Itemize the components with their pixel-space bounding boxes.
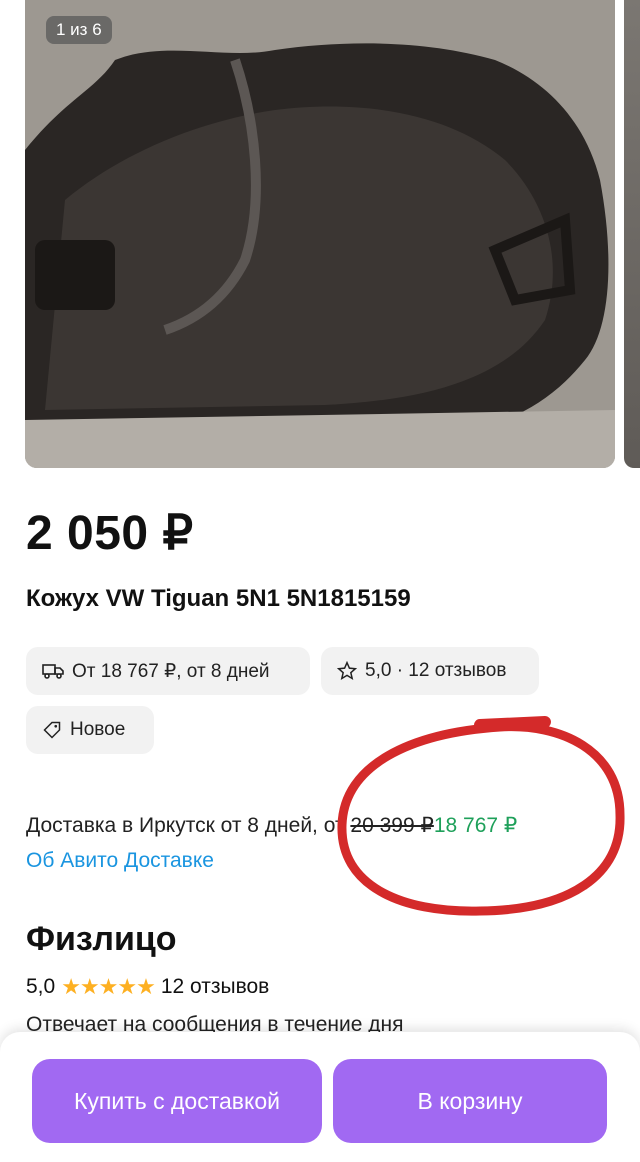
truck-icon (42, 663, 64, 679)
delivery-info: Доставка в Иркутск от 8 дней, от 20 399 … (26, 813, 517, 838)
condition-chip-label: Новое (70, 719, 126, 740)
product-price: 2 050 ₽ (26, 507, 194, 560)
product-photo-illustration (25, 0, 615, 468)
delivery-old-price: 20 399 ₽ (350, 814, 434, 837)
tag-icon (42, 720, 62, 740)
image-counter: 1 из 6 (46, 16, 112, 44)
avito-delivery-link[interactable]: Об Авито Доставке (26, 849, 214, 873)
condition-chip[interactable]: Новое (26, 706, 154, 754)
rating-chip-label: 5,0 · 12 отзывов (365, 660, 507, 681)
seller-reviews-count: 12 отзывов (160, 975, 270, 998)
seller-rating-value: 5,0 (26, 975, 56, 998)
delivery-text: Доставка в Иркутск от 8 дней, от (26, 814, 345, 837)
seller-name[interactable]: Физлицо (26, 920, 177, 959)
next-photo-preview[interactable] (624, 0, 640, 468)
add-to-cart-button[interactable]: В корзину (333, 1059, 607, 1143)
buy-with-delivery-button[interactable]: Купить с доставкой (32, 1059, 322, 1143)
delivery-new-price: 18 767 ₽ (433, 814, 518, 837)
product-title: Кожух VW Tiguan 5N1 5N1815159 (26, 585, 411, 612)
product-photo[interactable] (25, 0, 615, 468)
rating-chip[interactable]: 5,0 · 12 отзывов (321, 647, 539, 695)
delivery-chip[interactable]: От 18 767 ₽, от 8 дней (26, 647, 310, 695)
rating-stars: ★★★★★ (61, 974, 156, 999)
seller-rating[interactable]: 5,0 ★★★★★ 12 отзывов (26, 974, 269, 1000)
image-gallery[interactable]: 1 из 6 (0, 0, 640, 470)
star-outline-icon (337, 661, 357, 681)
delivery-chip-label: От 18 767 ₽, от 8 дней (72, 660, 270, 682)
